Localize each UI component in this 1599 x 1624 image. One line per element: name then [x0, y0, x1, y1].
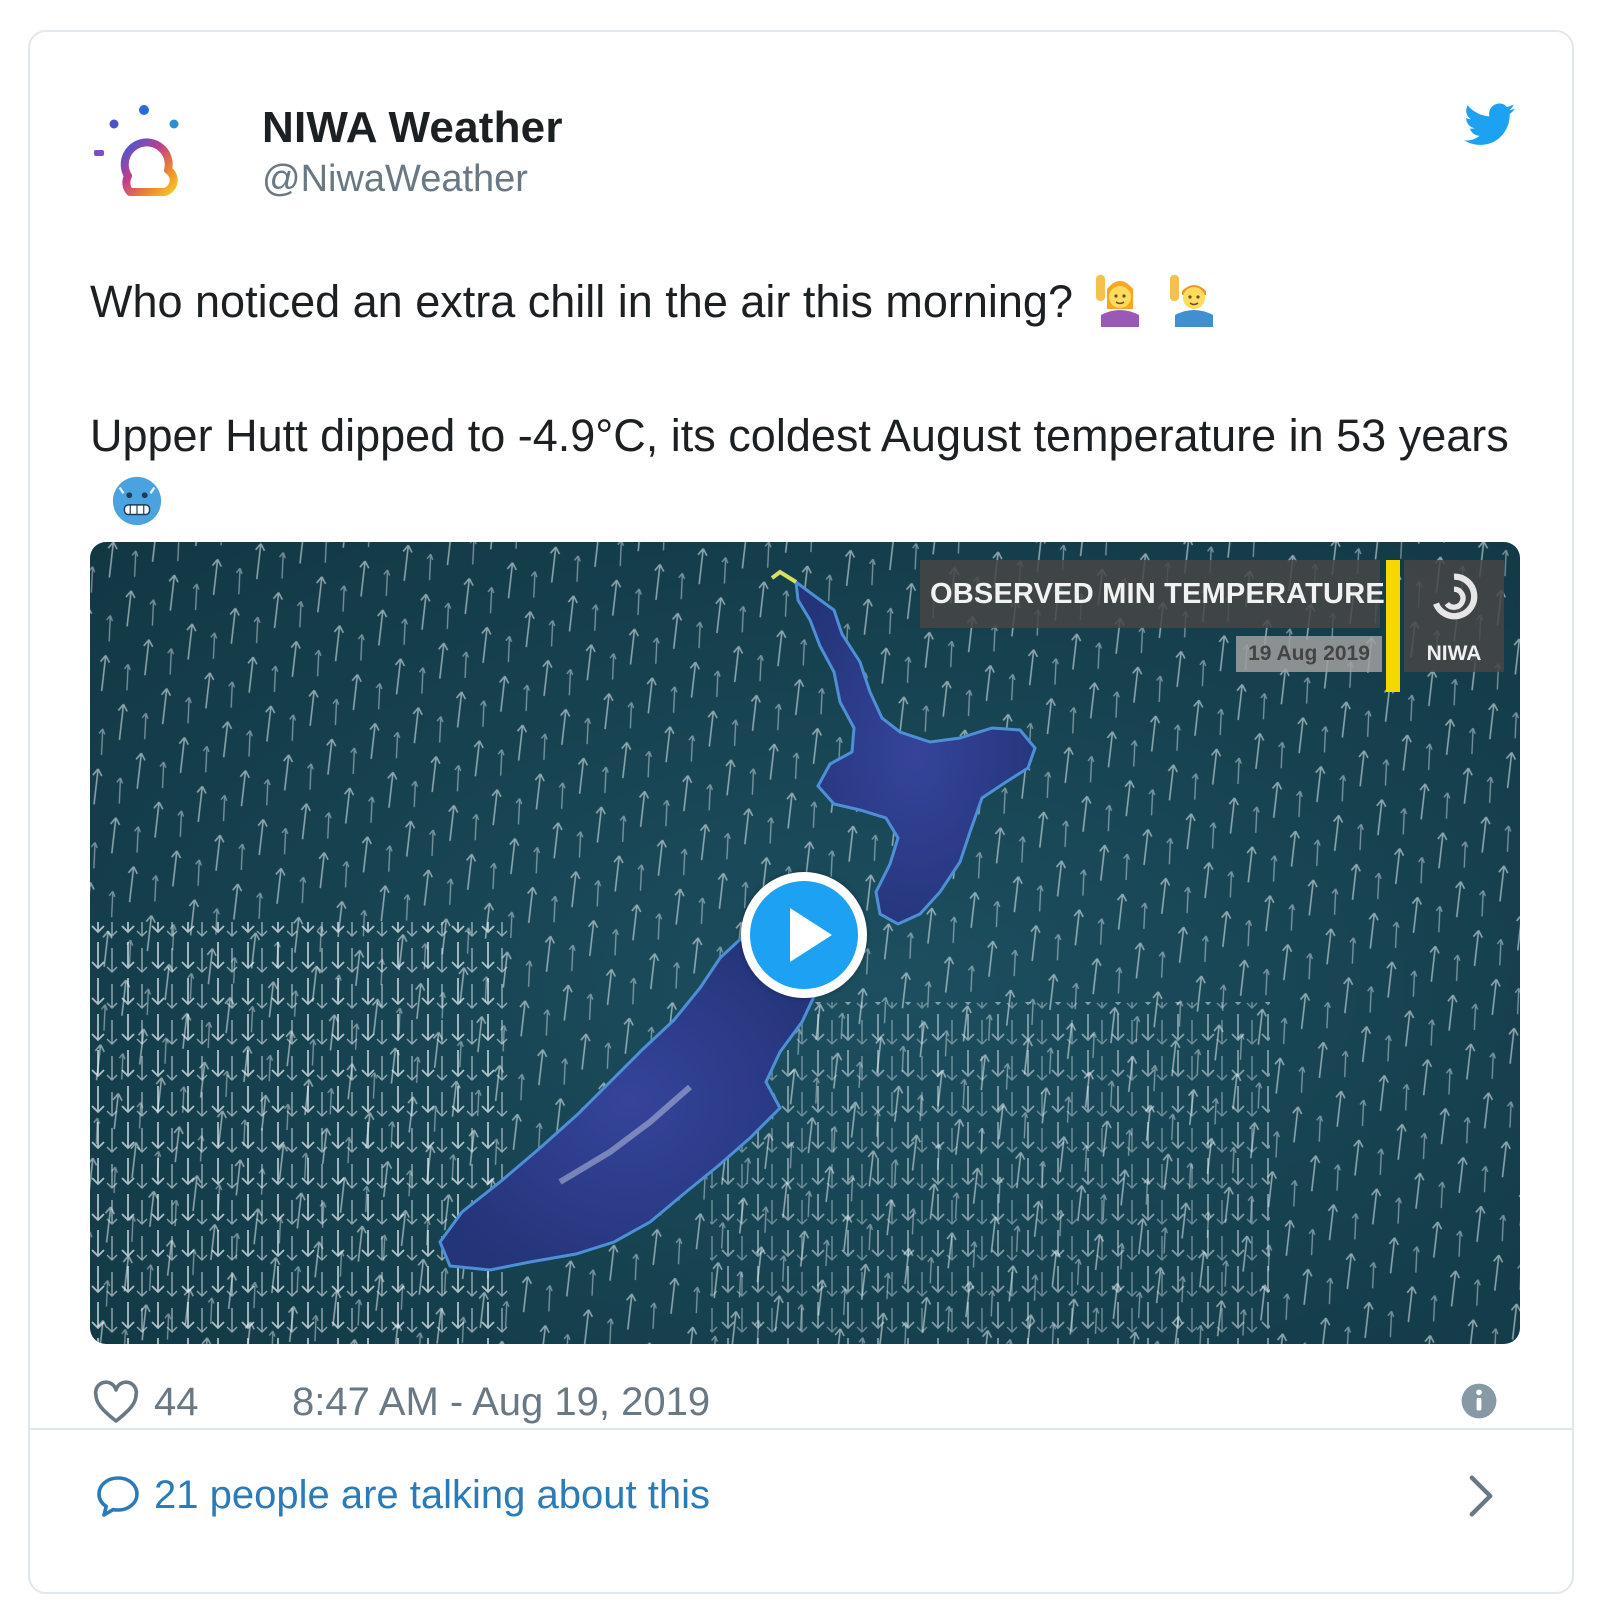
woman-raising-hand-emoji	[1093, 271, 1147, 327]
like-button[interactable]: 44	[92, 1374, 199, 1430]
conversation-link[interactable]: 21 people are talking about this	[90, 1460, 1520, 1530]
twitter-bird-icon[interactable]	[1464, 102, 1516, 148]
overlay-logo-text: NIWA	[1426, 642, 1482, 665]
author-block[interactable]: NIWA Weather @NiwaWeather	[262, 102, 563, 204]
overlay-accent-bar	[1386, 560, 1400, 692]
video-media[interactable]: OBSERVED MIN TEMPERATURE 19 Aug 2019 NIW…	[90, 542, 1520, 1344]
tweet-card: NIWA Weather @NiwaWeather Who noticed an…	[28, 30, 1574, 1594]
author-name[interactable]: NIWA Weather	[262, 102, 563, 154]
tweet-timestamp[interactable]: 8:47 AM - Aug 19, 2019	[292, 1374, 710, 1430]
tweet-header: NIWA Weather @NiwaWeather	[90, 98, 1520, 208]
tweet-meta: 44 8:47 AM - Aug 19, 2019	[90, 1374, 1520, 1430]
niwa-logo-avatar[interactable]	[90, 98, 198, 206]
niwa-overlay-logo: NIWA	[1404, 560, 1504, 672]
niwa-swirl-icon	[1433, 573, 1478, 620]
like-count: 44	[154, 1379, 199, 1424]
heart-icon	[93, 1380, 139, 1423]
tweet-text: Who noticed an extra chill in the air th…	[90, 268, 1520, 538]
tweet-line-1: Who noticed an extra chill in the air th…	[90, 276, 1073, 327]
chevron-right-icon[interactable]	[1466, 1474, 1496, 1518]
footer-divider	[30, 1428, 1572, 1430]
cold-face-emoji	[110, 473, 164, 529]
man-raising-hand-emoji	[1167, 271, 1221, 327]
talking-about-text[interactable]: 21 people are talking about this	[154, 1460, 710, 1530]
info-icon[interactable]	[1460, 1382, 1498, 1420]
tweet-paragraph-2: Upper Hutt dipped to -4.9°C, its coldest…	[90, 402, 1520, 538]
play-button[interactable]	[741, 872, 867, 998]
play-icon	[790, 908, 832, 962]
tweet-line-2: Upper Hutt dipped to -4.9°C, its coldest…	[90, 410, 1509, 461]
speech-bubble-icon	[97, 1476, 139, 1517]
author-handle[interactable]: @NiwaWeather	[262, 154, 563, 204]
tweet-paragraph-1: Who noticed an extra chill in the air th…	[90, 268, 1520, 336]
overlay-title: OBSERVED MIN TEMPERATURE	[920, 560, 1385, 628]
overlay-date: 19 Aug 2019	[1236, 636, 1382, 672]
